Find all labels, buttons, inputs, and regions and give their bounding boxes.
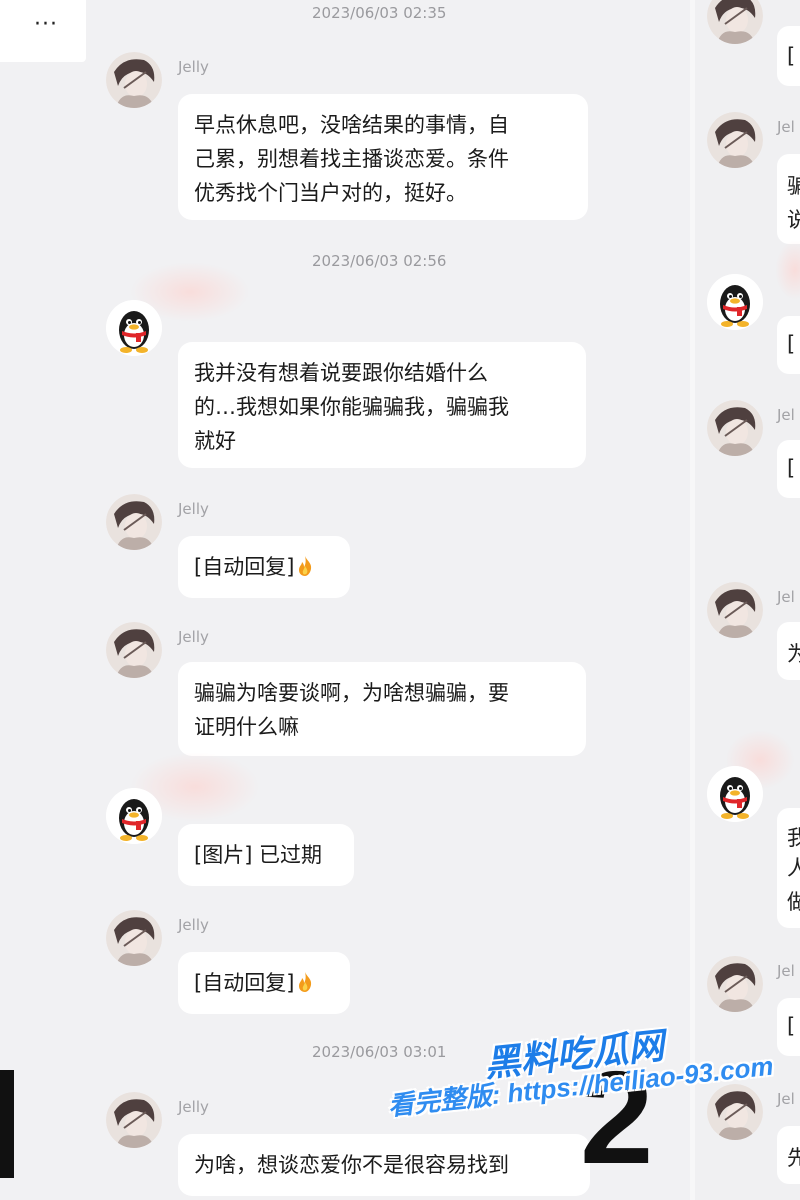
message-text: 我并没有想着说要跟你结婚什么: [194, 361, 488, 385]
sender-name: Jelly: [178, 1098, 209, 1116]
message-text: [: [787, 44, 796, 68]
message-text: 先: [787, 1146, 800, 1170]
sender-name: Jelly: [178, 916, 209, 934]
jelly-avatar[interactable]: [106, 910, 162, 966]
message-text: 的…我想如果你能骗骗我，骗骗我: [194, 395, 509, 419]
chat-pane-right: [ Jel 骗 说 [ Jel [ Jel 为 我 人 做 Jel [ Jel …: [695, 0, 800, 1200]
sender-name: Jel: [777, 588, 795, 606]
message-text: 人: [787, 856, 800, 880]
message-timestamp: 2023/06/03 02:35: [312, 4, 447, 22]
message-text: 早点休息吧，没啥结果的事情，自: [194, 113, 509, 137]
message-bubble[interactable]: [自动回复]: [178, 952, 350, 1014]
message-text: 骗骗为啥要谈啊，为啥想骗骗，要: [194, 681, 509, 705]
jelly-avatar[interactable]: [106, 52, 162, 108]
sender-name: Jelly: [178, 628, 209, 646]
message-text: 说: [787, 208, 800, 232]
message-text: 己累，别想着找主播谈恋爱。条件: [194, 147, 509, 171]
message-timestamp: 2023/06/03 02:56: [312, 252, 447, 270]
message-bubble[interactable]: 我并没有想着说要跟你结婚什么 的…我想如果你能骗骗我，骗骗我 就好: [178, 342, 586, 468]
jelly-avatar[interactable]: [707, 400, 763, 456]
jelly-avatar[interactable]: [707, 112, 763, 168]
qq-penguin-icon[interactable]: [707, 766, 763, 822]
message-text: [自动回复]: [194, 971, 295, 995]
jelly-avatar[interactable]: [106, 494, 162, 550]
jelly-avatar[interactable]: [707, 956, 763, 1012]
message-text: 为啥，想谈恋爱你不是很容易找到: [194, 1153, 509, 1177]
message-text: 证明什么嘛: [194, 715, 299, 739]
jelly-avatar[interactable]: [106, 622, 162, 678]
message-bubble[interactable]: 骗骗为啥要谈啊，为啥想骗骗，要 证明什么嘛: [178, 662, 586, 756]
jelly-avatar[interactable]: [707, 0, 763, 44]
message-text: [: [787, 1014, 796, 1038]
sender-name: Jel: [777, 406, 795, 424]
message-text: 做: [787, 890, 800, 914]
jelly-avatar[interactable]: [707, 1084, 763, 1140]
fire-icon: [296, 971, 314, 993]
blurred-region: [775, 240, 800, 300]
message-text: [自动回复]: [194, 555, 295, 579]
message-text: 为: [787, 642, 800, 666]
overlay-bar: [0, 1070, 14, 1178]
message-text: [图片] 已过期: [194, 843, 323, 867]
message-text: [: [787, 332, 796, 356]
message-bubble[interactable]: [自动回复]: [178, 536, 350, 598]
message-bubble[interactable]: 早点休息吧，没啥结果的事情，自 己累，别想着找主播谈恋爱。条件 优秀找个门当户对…: [178, 94, 588, 220]
message-text: 我: [787, 826, 800, 850]
jelly-avatar[interactable]: [106, 1092, 162, 1148]
qq-penguin-icon[interactable]: [106, 300, 162, 356]
message-text: [: [787, 456, 796, 480]
fire-icon: [296, 555, 314, 577]
message-bubble[interactable]: 为啥，想谈恋爱你不是很容易找到: [178, 1134, 590, 1196]
jelly-avatar[interactable]: [707, 582, 763, 638]
more-menu-icon: ···: [34, 12, 58, 37]
message-text: 骗: [787, 174, 800, 198]
message-text: 优秀找个门当户对的，挺好。: [194, 181, 467, 205]
message-bubble[interactable]: [图片] 已过期: [178, 824, 354, 886]
sender-name: Jelly: [178, 58, 209, 76]
more-menu-button[interactable]: ···: [0, 0, 86, 62]
qq-penguin-icon[interactable]: [106, 788, 162, 844]
sender-name: Jel: [777, 962, 795, 980]
qq-penguin-icon[interactable]: [707, 274, 763, 330]
sender-name: Jel: [777, 118, 795, 136]
message-timestamp: 2023/06/03 03:01: [312, 1043, 447, 1061]
sender-name: Jelly: [178, 500, 209, 518]
message-text: 就好: [194, 429, 236, 453]
sender-name: Jel: [777, 1090, 795, 1108]
